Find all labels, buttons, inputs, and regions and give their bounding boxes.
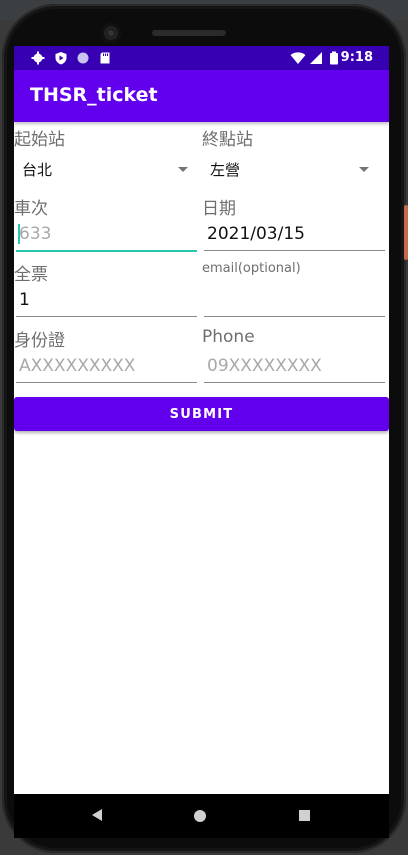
app-screen: 9:18 THSR_ticket 起始站 終點站 台北 左營 車次 日期 633…	[14, 46, 389, 794]
sd-card-icon	[100, 52, 110, 64]
destination-value: 左營	[210, 161, 241, 179]
train-number-input[interactable]: 633	[16, 218, 197, 252]
date-label: 日期	[202, 199, 236, 219]
id-input[interactable]: AXXXXXXXXX	[16, 350, 197, 383]
battery-icon	[330, 51, 338, 65]
date-input[interactable]: 2021/03/15	[204, 218, 385, 251]
date-value: 2021/03/15	[207, 224, 305, 244]
train-number-placeholder: 633	[19, 224, 52, 244]
power-button[interactable]	[404, 205, 408, 260]
ticket-count-value: 1	[19, 290, 30, 310]
signal-icon	[310, 52, 322, 64]
phone-label: Phone	[202, 327, 255, 347]
circle-icon	[77, 52, 89, 64]
earpiece-speaker	[152, 30, 226, 36]
origin-value: 台北	[22, 161, 53, 179]
clock: 9:18	[340, 50, 373, 65]
destination-label: 終點站	[202, 130, 253, 150]
phone-placeholder: 09XXXXXXXX	[207, 356, 322, 376]
email-label: email(optional)	[202, 261, 301, 276]
id-label: 身份證	[14, 331, 65, 351]
text-caret	[18, 224, 20, 244]
wifi-icon	[290, 52, 306, 64]
ticket-count-input[interactable]: 1	[16, 284, 197, 317]
phone-input[interactable]: 09XXXXXXXX	[204, 350, 385, 383]
status-bar: 9:18	[14, 46, 389, 70]
email-input[interactable]	[204, 284, 385, 317]
home-icon[interactable]	[194, 810, 206, 822]
navigation-bar	[14, 794, 389, 838]
back-icon[interactable]	[92, 809, 102, 821]
submit-button[interactable]: SUBMIT	[14, 397, 389, 431]
train-number-label: 車次	[14, 199, 48, 219]
shield-play-icon	[55, 52, 67, 65]
dropdown-arrow-icon	[178, 167, 188, 172]
recents-icon[interactable]	[299, 810, 310, 821]
app-bar: THSR_ticket	[14, 70, 389, 122]
origin-spinner[interactable]: 台北	[14, 155, 194, 185]
app-title: THSR_ticket	[30, 84, 158, 106]
dropdown-arrow-icon	[359, 167, 369, 172]
origin-label: 起始站	[14, 130, 65, 150]
id-placeholder: AXXXXXXXXX	[19, 356, 136, 376]
gear-icon	[31, 51, 45, 65]
front-camera	[101, 23, 121, 43]
destination-spinner[interactable]: 左營	[202, 155, 375, 185]
ticket-type-label: 全票	[14, 265, 48, 285]
